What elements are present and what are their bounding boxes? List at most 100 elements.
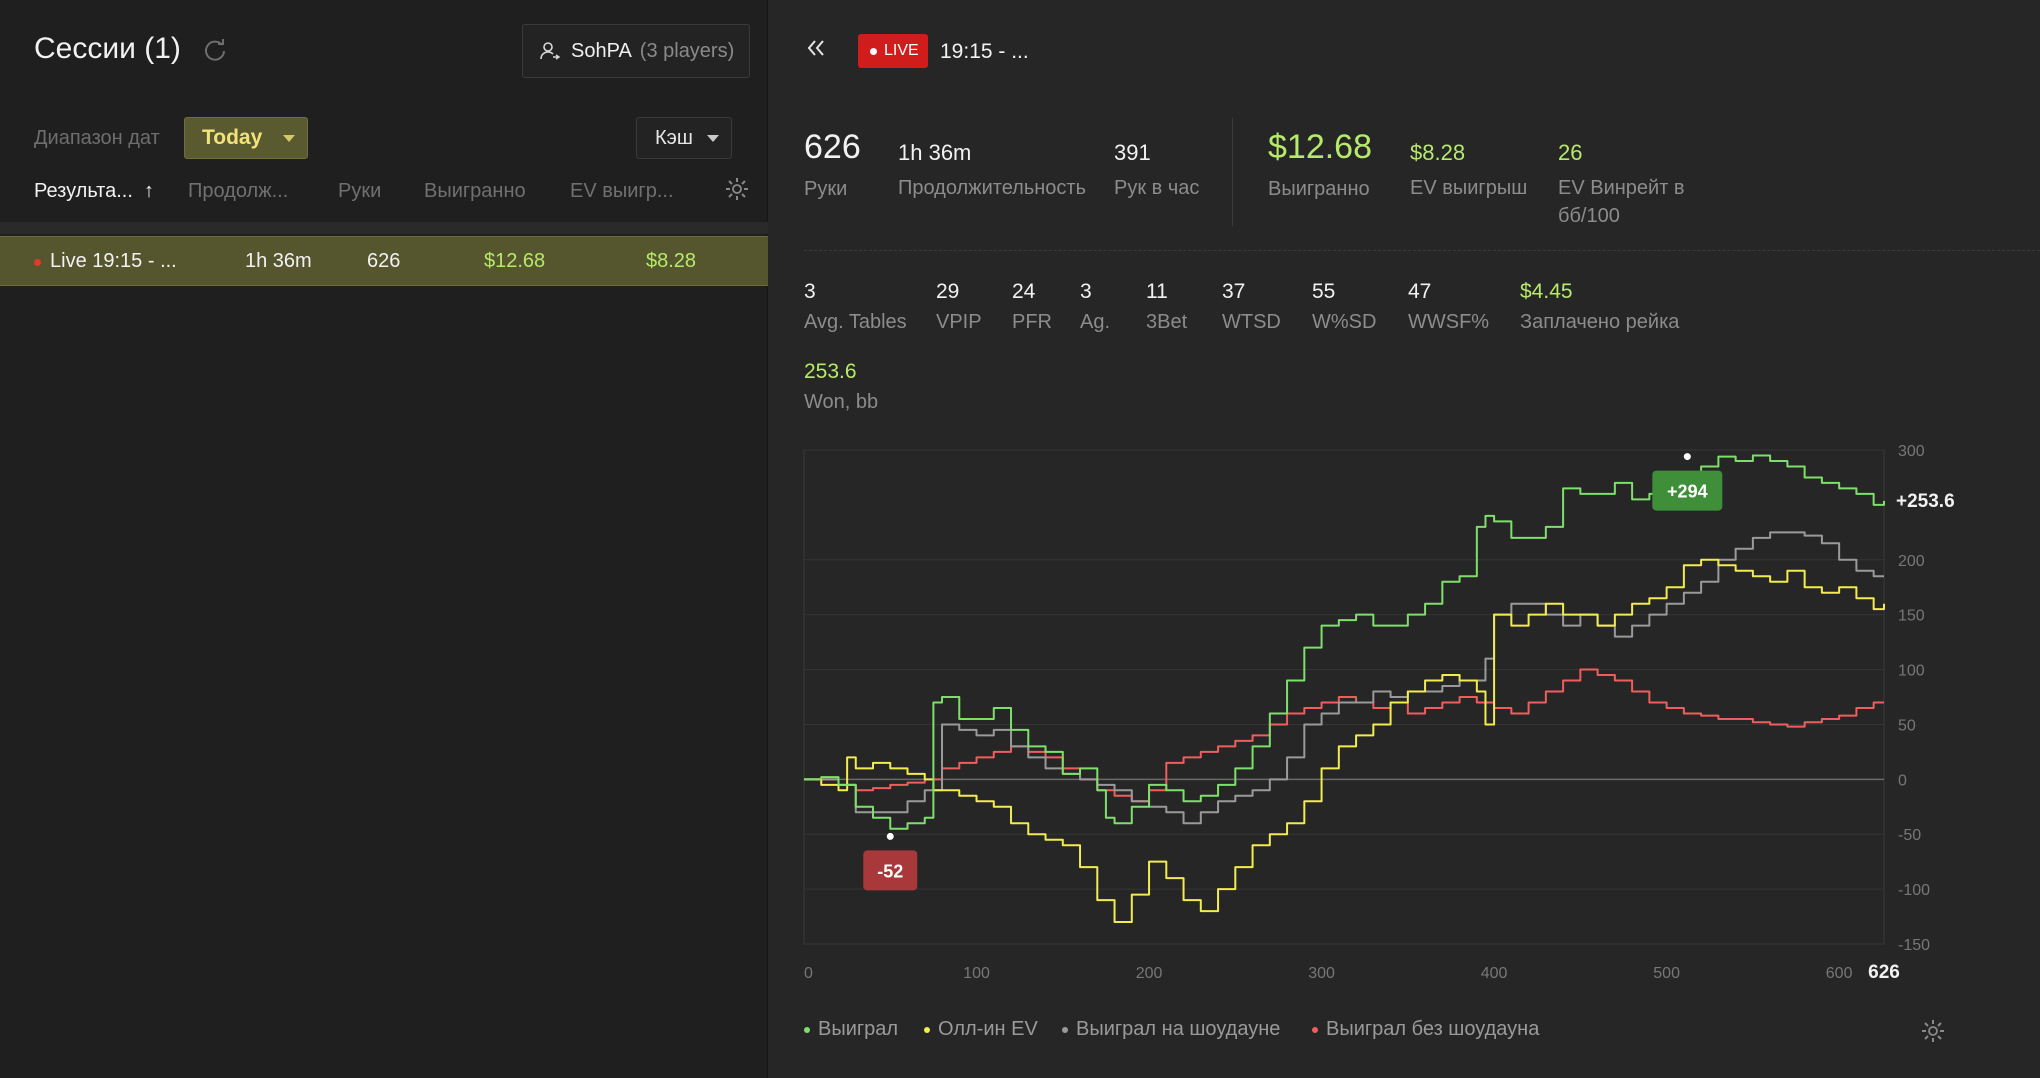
stat-value: 11 bbox=[1146, 280, 1168, 303]
x-tick-label: 300 bbox=[1308, 965, 1335, 982]
column-result[interactable]: Результа... bbox=[34, 180, 133, 203]
stat-value: 391 bbox=[1114, 140, 1151, 165]
stat-won-bb: 253.6 Won, bb bbox=[804, 360, 878, 416]
stat-label-line1: EV Винрейт в bbox=[1558, 177, 1685, 199]
stat-label: Руки bbox=[804, 178, 848, 200]
x-tick-label: 600 bbox=[1826, 965, 1853, 982]
game-type-dropdown[interactable]: Кэш bbox=[636, 117, 732, 159]
legend-no-showdown[interactable]: Выиграл без шоудауна bbox=[1312, 1018, 1539, 1041]
session-ev-won: $8.28 bbox=[646, 250, 697, 272]
session-detail-panel: LIVE 19:15 - ... 626 Руки 1h 36m Продолж… bbox=[768, 0, 2040, 1078]
legend-label: Выиграл без шоудауна bbox=[1326, 1018, 1540, 1040]
stat-label: Avg. Tables bbox=[804, 311, 907, 333]
legend-dot bbox=[804, 1026, 810, 1033]
stat-label: WWSF% bbox=[1408, 311, 1490, 333]
stat-value: 37 bbox=[1222, 280, 1246, 303]
stat-hands-per-hour: 391 Рук в час bbox=[1114, 140, 1199, 202]
legend-won[interactable]: Выиграл bbox=[804, 1018, 898, 1041]
stat-ev-winrate: 26 EV Винрейт в бб/100 bbox=[1558, 140, 1685, 230]
y-tick-label: 100 bbox=[1898, 663, 1925, 680]
sort-asc-icon[interactable]: ↑ bbox=[144, 180, 154, 203]
stat-label: Продолжительность bbox=[898, 177, 1086, 199]
stat-won: $12.68 Выигранно bbox=[1268, 128, 1372, 203]
x-tick-label: 100 bbox=[963, 965, 990, 982]
date-range-dropdown[interactable]: Today bbox=[184, 117, 308, 159]
legend-allin-ev[interactable]: Олл-ин EV bbox=[924, 1018, 1038, 1041]
stat-label: 3Bet bbox=[1146, 311, 1188, 333]
legend-label: Выиграл bbox=[818, 1018, 899, 1040]
player-count: (3 players) bbox=[639, 39, 735, 62]
sessions-title: Сессии (1) bbox=[34, 32, 181, 65]
column-duration[interactable]: Продолж... bbox=[188, 180, 288, 203]
stat-value: 626 bbox=[804, 128, 861, 166]
live-dot-icon bbox=[34, 259, 41, 266]
stats-divider bbox=[1232, 118, 1233, 226]
stat-label: Won, bb bbox=[804, 391, 879, 413]
stat-wtsd: 37 WTSD bbox=[1222, 280, 1281, 336]
stat-label: W%SD bbox=[1312, 311, 1377, 333]
live-badge-label: LIVE bbox=[884, 42, 919, 59]
y-tick-label: 0 bbox=[1898, 772, 1907, 789]
stat-label: WTSD bbox=[1222, 311, 1281, 333]
stat-vpip: 29 VPIP bbox=[936, 280, 982, 336]
series-line bbox=[804, 558, 1885, 924]
y-tick-label: -100 bbox=[1898, 882, 1930, 899]
y-tick-label: 50 bbox=[1898, 717, 1916, 734]
stat-3bet: 11 3Bet bbox=[1146, 280, 1187, 336]
date-range-value: Today bbox=[202, 126, 263, 149]
live-badge: LIVE bbox=[858, 34, 928, 68]
x-tick-label: 0 bbox=[804, 965, 813, 982]
legend-label: Олл-ин EV bbox=[938, 1018, 1038, 1040]
stat-avg-tables: 3 Avg. Tables bbox=[804, 280, 907, 336]
stat-value: 3 bbox=[804, 280, 816, 303]
column-ev-won[interactable]: EV выигр... bbox=[570, 180, 674, 203]
y-tick-label: 150 bbox=[1898, 608, 1925, 625]
stat-pfr: 24 PFR bbox=[1012, 280, 1052, 336]
collapse-left-icon[interactable] bbox=[804, 36, 828, 60]
annotation-point bbox=[886, 832, 894, 840]
y-tick-label: 300 bbox=[1898, 443, 1925, 460]
stat-wsd: 55 W%SD bbox=[1312, 280, 1376, 336]
session-title: 19:15 - ... bbox=[940, 40, 1029, 63]
column-hands[interactable]: Руки bbox=[338, 180, 381, 203]
stat-value: 47 bbox=[1408, 280, 1432, 303]
sessions-panel: Сессии (1) SohPA (3 players) Диапазон да… bbox=[0, 0, 768, 1078]
y-tick-label: -50 bbox=[1898, 827, 1921, 844]
results-chart: 300200150100500-50-100-1500 100 200 300 400 5… bbox=[803, 443, 1955, 983]
legend-showdown[interactable]: Выиграл на шоудауне bbox=[1062, 1018, 1280, 1041]
session-row[interactable]: Live 19:15 - ... 1h 36m 626 $12.68 $8.28 bbox=[0, 236, 768, 286]
stat-wwsf: 47 WWSF% bbox=[1408, 280, 1489, 336]
stat-value: 3 bbox=[1080, 280, 1092, 303]
annotation-label: -52 bbox=[877, 861, 903, 881]
stat-value: $4.45 bbox=[1520, 280, 1573, 303]
stat-label: Выигранно bbox=[1268, 178, 1370, 200]
chart-settings-gear-icon[interactable] bbox=[1920, 1018, 1946, 1044]
stat-value: 1h 36m bbox=[898, 140, 972, 165]
annotation-point bbox=[1683, 453, 1691, 461]
stat-label: Ag. bbox=[1080, 311, 1111, 333]
stat-value: 253.6 bbox=[804, 360, 857, 383]
series-line bbox=[804, 454, 1885, 830]
chevron-down-icon bbox=[283, 135, 295, 142]
y-tick-label: -150 bbox=[1898, 937, 1930, 954]
gear-icon[interactable] bbox=[724, 176, 750, 202]
player-name: SohPA bbox=[571, 39, 632, 62]
x-end-label: 626 bbox=[1868, 962, 1900, 983]
legend-dot bbox=[1312, 1026, 1318, 1033]
stat-label-line2: бб/100 bbox=[1558, 205, 1620, 227]
refresh-icon[interactable] bbox=[200, 36, 230, 66]
stat-value: 29 bbox=[936, 280, 960, 303]
player-filter-button[interactable]: SohPA (3 players) bbox=[522, 24, 750, 78]
end-value-label: +253.6 bbox=[1896, 491, 1955, 512]
stat-hands: 626 Руки bbox=[804, 128, 861, 203]
stat-value: $12.68 bbox=[1268, 128, 1372, 166]
x-tick-label: 500 bbox=[1653, 965, 1680, 982]
column-won[interactable]: Выигранно bbox=[424, 180, 526, 203]
series-line bbox=[804, 668, 1884, 803]
chevron-down-icon bbox=[707, 135, 719, 142]
stat-label: EV выигрыш bbox=[1410, 177, 1528, 199]
y-tick-label: 200 bbox=[1898, 553, 1925, 570]
legend-label: Выиграл на шоудауне bbox=[1076, 1018, 1281, 1040]
legend-dot bbox=[1062, 1026, 1068, 1033]
stat-label: Рук в час bbox=[1114, 177, 1200, 199]
